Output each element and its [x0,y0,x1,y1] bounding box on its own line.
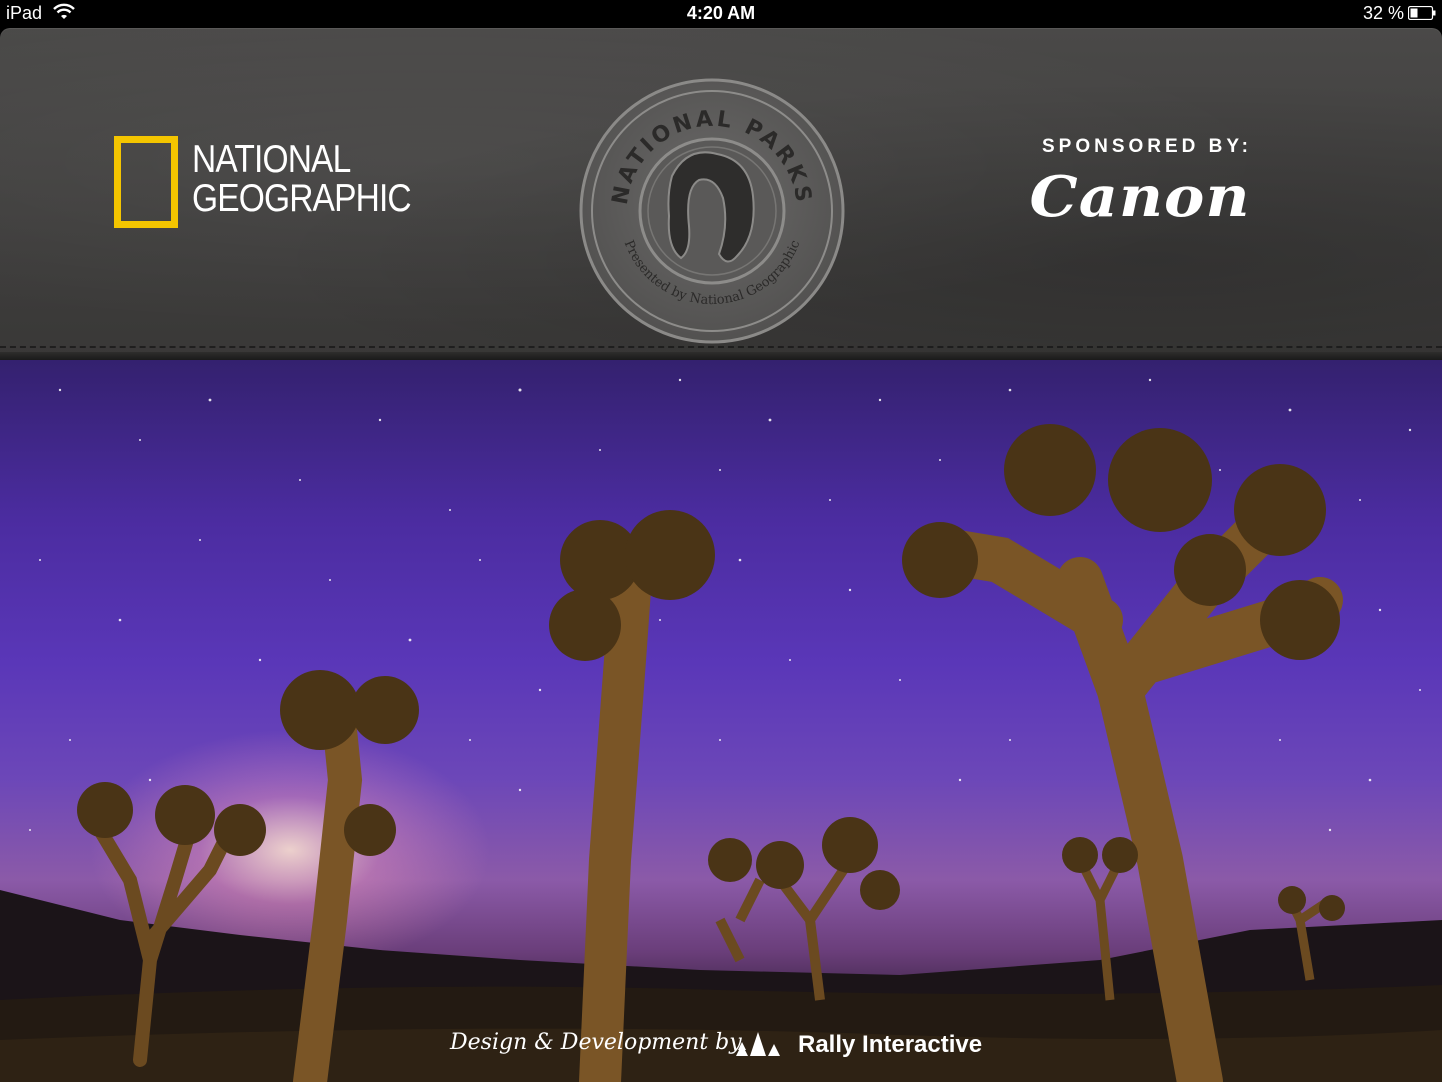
sponsor-label: SPONSORED BY: [1041,136,1252,157]
canon-logo: Canon [1029,164,1251,230]
national-geographic-logo: NATIONAL GEOGRAPHIC [114,136,434,230]
ng-wordmark-line2: GEOGRAPHIC [192,177,412,220]
ng-wordmark-line1: NATIONAL [192,138,351,181]
credit-prefix: Design & Development by [450,1030,742,1055]
battery-percent: 32 % [1362,3,1404,23]
sponsor-block: SPONSORED BY: Canon [1000,136,1280,230]
header-banner: NATIONAL GEOGRAPHIC NATIONAL PARKS Prese… [0,28,1442,360]
national-geographic-wordmark: NATIONAL GEOGRAPHIC [192,138,412,220]
yellow-border-icon [114,136,178,228]
leather-stitching [0,346,1442,348]
credit-line: Design & Development by Rally Interactiv… [450,1026,1010,1066]
battery-icon [1408,6,1436,20]
status-bar: iPad 4:20 AM 32 % [0,0,1442,28]
joshua-tree-night-scene [0,378,1442,1082]
header-edge [0,352,1442,360]
hero-photo: Design & Development by Rally Interactiv… [0,360,1442,1082]
app-screen: iPad 4:20 AM 32 % NATIONAL GEOGRAPHIC NA… [0,0,1442,1082]
national-parks-seal: NATIONAL PARKS Presented by National Geo… [579,78,845,344]
rally-mark-icon [736,1032,780,1056]
status-time: 4:20 AM [686,3,756,23]
credit-company[interactable]: Rally Interactive [798,1031,982,1059]
